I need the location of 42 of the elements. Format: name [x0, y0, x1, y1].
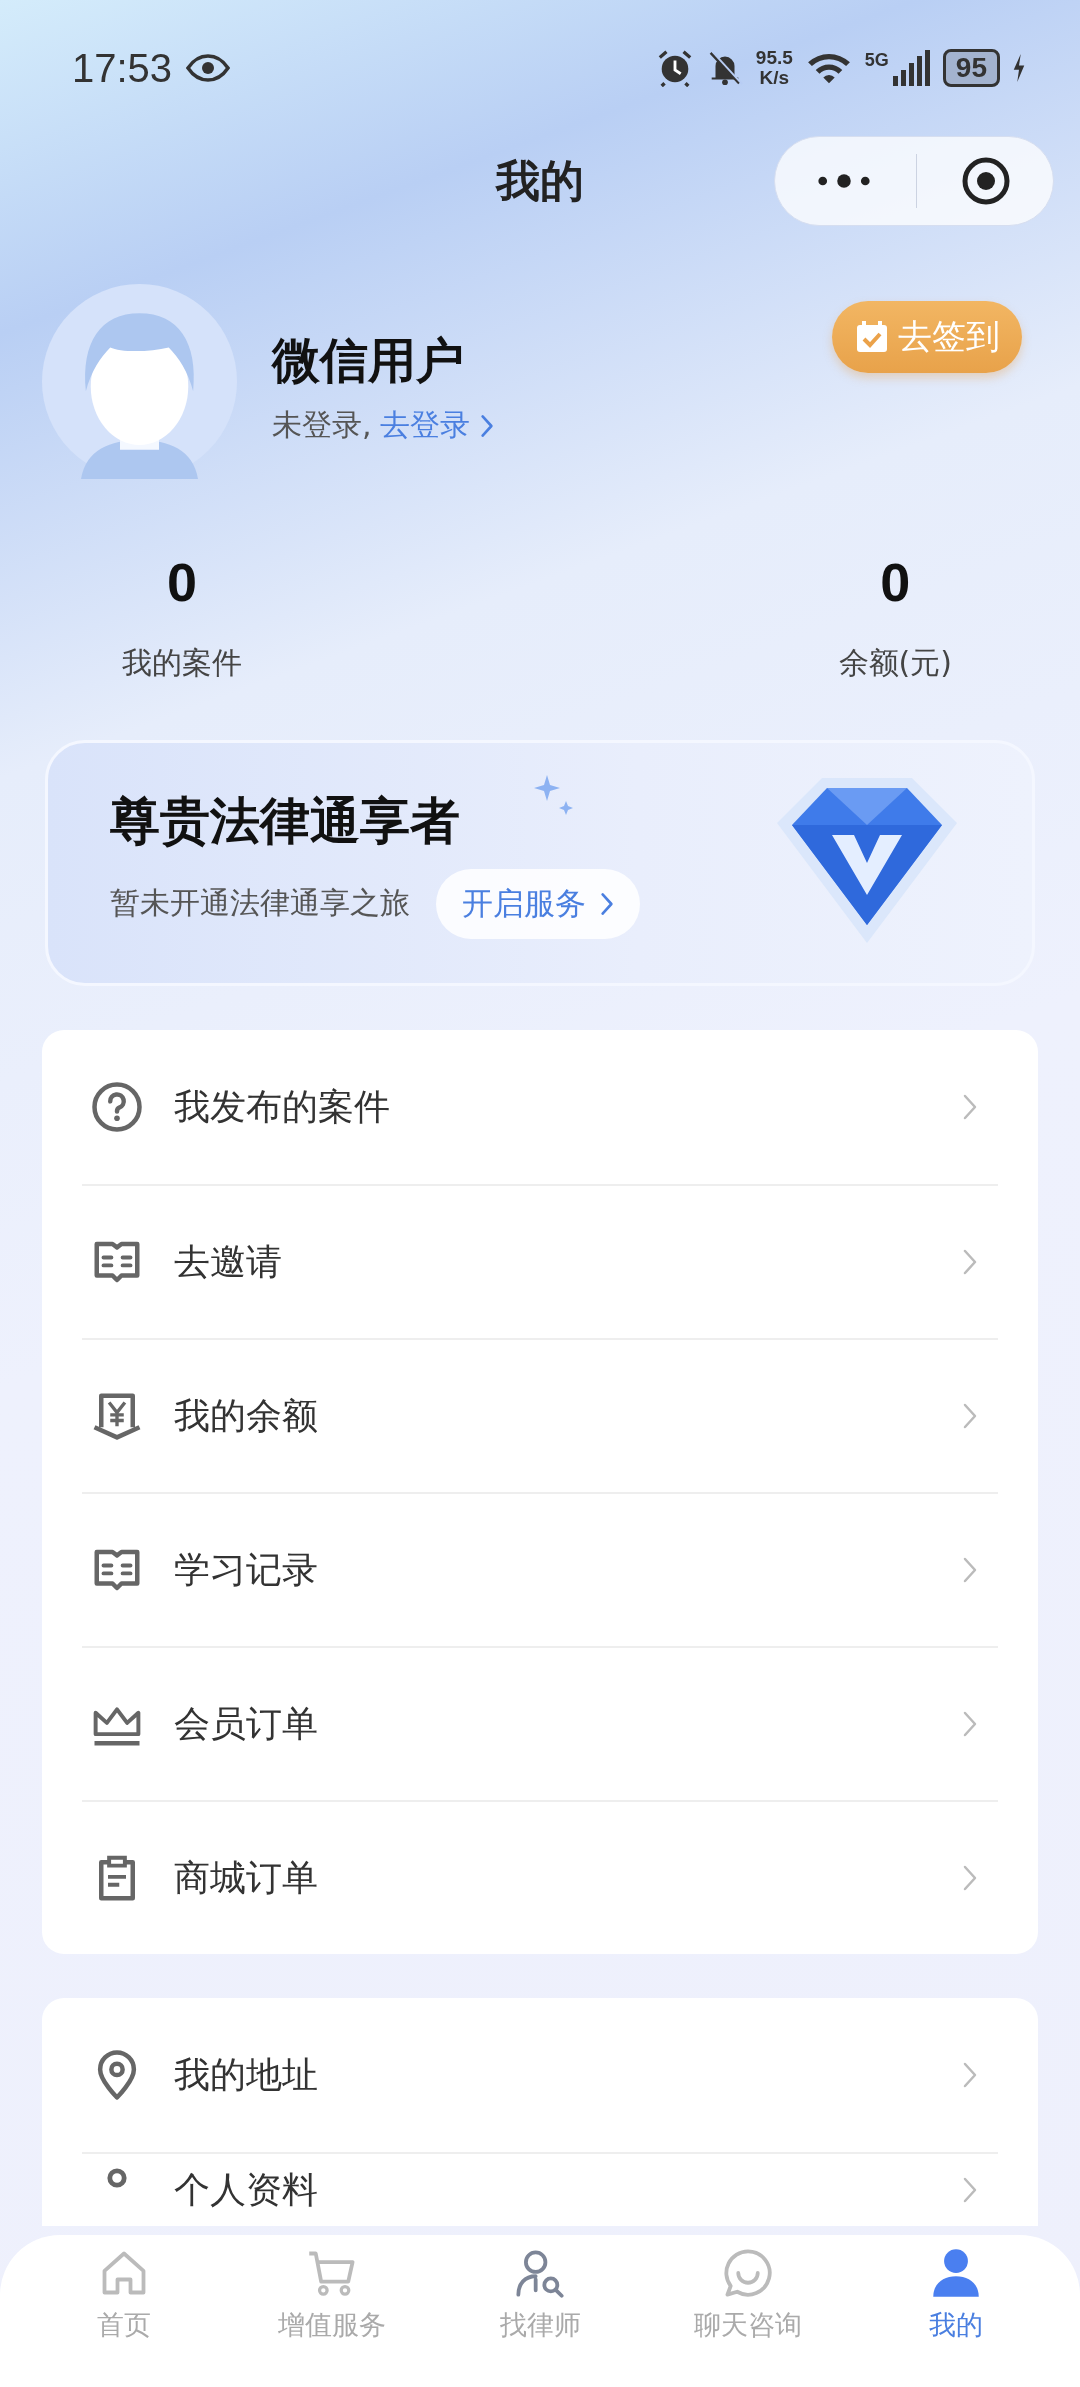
chevron-right-icon: [962, 2061, 978, 2089]
eye-icon: [186, 54, 231, 82]
network-speed-unit: K/s: [759, 68, 790, 88]
menu-item[interactable]: 我的余额: [82, 1338, 998, 1492]
status-time: 17:53: [72, 45, 173, 91]
network-type: 5G: [864, 50, 889, 71]
stat-label: 余额(元): [838, 644, 952, 682]
login-status: 未登录,: [272, 406, 372, 444]
chevron-right-icon: [479, 412, 494, 439]
chevron-right-icon: [962, 1710, 978, 1738]
menu-item[interactable]: 商城订单: [82, 1800, 998, 1954]
tab-item[interactable]: 我的: [866, 2235, 1046, 2387]
chevron-right-icon: [600, 890, 614, 917]
menu-item[interactable]: 个人资料: [82, 2152, 998, 2226]
menu-item[interactable]: 学习记录: [82, 1492, 998, 1646]
chevron-right-icon: [962, 1402, 978, 1430]
stat-value: 0: [166, 551, 197, 613]
signal-bars-icon: [890, 50, 931, 86]
sparkle-icon: [533, 775, 573, 815]
membership-subtitle: 暂未开通法律通享之旅: [110, 884, 410, 922]
chevron-right-icon: [962, 1093, 978, 1121]
more-icon[interactable]: [815, 171, 873, 191]
user-name: 微信用户: [272, 331, 465, 390]
stat-value: 0: [880, 551, 911, 613]
menu-item[interactable]: 我发布的案件: [82, 1030, 998, 1184]
chevron-right-icon: [962, 1556, 978, 1584]
chat-bubble-icon: [722, 2247, 774, 2299]
chevron-right-icon: [962, 1864, 978, 1892]
stat-label: 我的案件: [122, 644, 242, 682]
battery-indicator: 95: [942, 49, 1000, 87]
menu-item[interactable]: 去邀请: [82, 1184, 998, 1338]
chevron-right-icon: [962, 1248, 978, 1276]
membership-title: 尊贵法律通享者: [110, 790, 460, 852]
calendar-check-icon: [854, 319, 890, 355]
page-title: 我的: [496, 153, 584, 208]
close-target-icon[interactable]: [961, 156, 1011, 206]
chevron-right-icon: [962, 2176, 978, 2204]
open-service-button[interactable]: 开启服务: [436, 868, 640, 939]
network-speed: 95.5: [755, 48, 793, 68]
menu-item[interactable]: 我的地址: [82, 1998, 998, 2152]
question-icon: [90, 1080, 144, 1134]
menu-item[interactable]: 会员订单: [82, 1646, 998, 1800]
